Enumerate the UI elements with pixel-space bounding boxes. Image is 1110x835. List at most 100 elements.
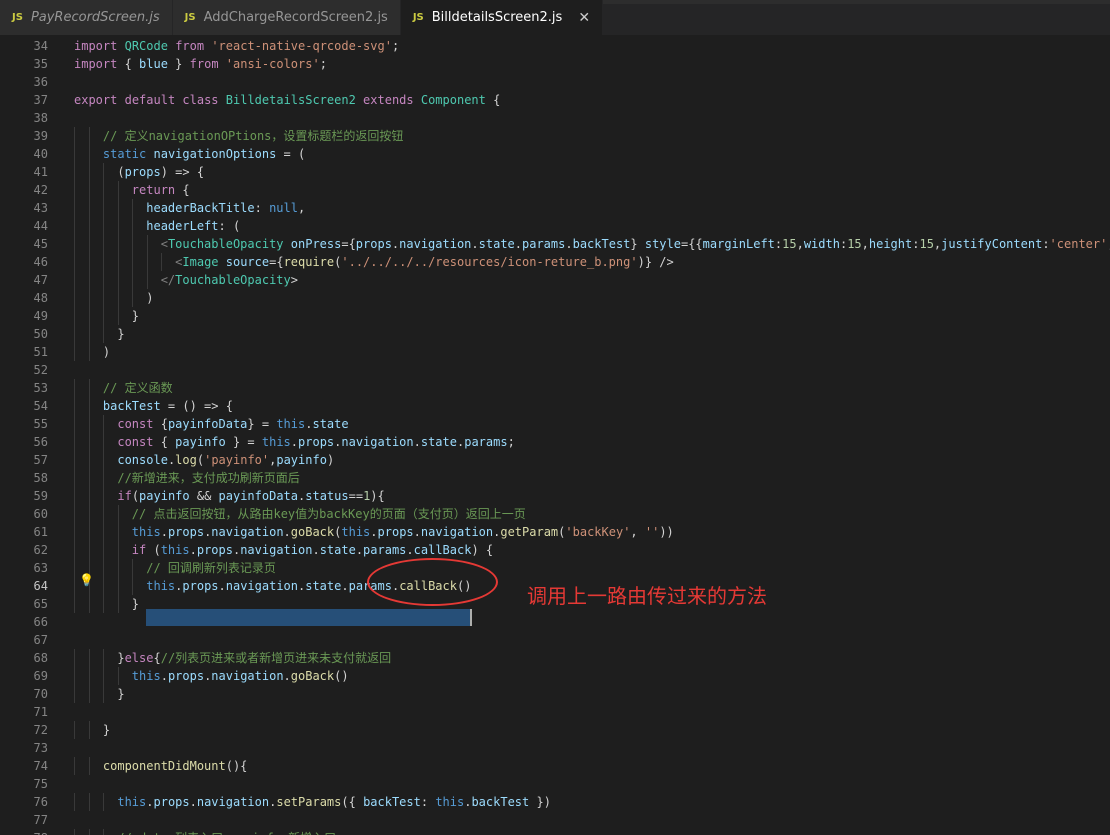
line-number: 54 (33, 399, 48, 413)
code-line[interactable]: 77 (0, 811, 1110, 829)
code-line[interactable]: 60 // 点击返回按钮，从路由key值为backKey的页面（支付页）返回上一… (0, 505, 1110, 523)
code-line[interactable]: 69 this.props.navigation.goBack() (0, 667, 1110, 685)
code-line[interactable]: 46 <Image source={require('../../../../r… (0, 253, 1110, 271)
code-text: this.props.navigation.goBack(this.props.… (131, 525, 674, 539)
code-line[interactable]: 75 (0, 775, 1110, 793)
code-line[interactable]: 48 ) (0, 289, 1110, 307)
line-number: 58 (33, 471, 48, 485)
code-text: } (74, 327, 125, 341)
close-icon[interactable]: ✕ (578, 10, 590, 26)
code-line[interactable]: 59 if(payinfo && payinfoData.status==1){ (0, 487, 1110, 505)
line-number: 68 (33, 651, 48, 665)
tab-bar: JS PayRecordScreen.js JS AddChargeRecord… (0, 0, 1110, 36)
code-line[interactable]: 36 (0, 73, 1110, 91)
tab-billdetailsscreen2[interactable]: JS BilldetailsScreen2.js ✕ (400, 0, 604, 35)
code-text: // data 列表入口 payinfo 新增入口 (74, 829, 336, 835)
annotation-circle (367, 558, 498, 606)
code-line[interactable]: 38 (0, 109, 1110, 127)
line-number: 46 (33, 255, 48, 269)
code-line[interactable]: 63 // 回调刷新列表记录页 (0, 559, 1110, 577)
code-text: const { payinfo } = this.props.navigatio… (117, 435, 515, 449)
code-text: (props) => { (74, 165, 205, 179)
code-editor[interactable]: 34 import QRCode from 'react-native-qrcod… (0, 35, 1110, 835)
line-number: 65 (33, 597, 48, 611)
tab-addchargerecordscreen2[interactable]: JS AddChargeRecordScreen2.js (172, 0, 401, 35)
code-line[interactable]: 68 }else{//列表页进来或者新增页进来未支付就返回 (0, 649, 1110, 667)
code-line[interactable]: 66 (0, 613, 1110, 631)
code-text: return { (131, 183, 190, 197)
code-line[interactable]: 55 const {payinfoData} = this.state (0, 415, 1110, 433)
code-line[interactable]: 58 //新增进来，支付成功刷新页面后 (0, 469, 1110, 487)
line-number: 42 (33, 183, 48, 197)
code-text: ) (74, 345, 111, 359)
code-text: // 定义navigationOPtions，设置标题栏的返回按钮 (102, 129, 404, 143)
code-line[interactable]: 72 } (0, 721, 1110, 739)
code-line[interactable]: 34 import QRCode from 'react-native-qrcod… (0, 37, 1110, 55)
code-line[interactable]: 76 this.props.navigation.setParams({ bac… (0, 793, 1110, 811)
code-line[interactable]: 49 } (0, 307, 1110, 325)
code-text: static navigationOptions = ( (102, 147, 306, 161)
code-line[interactable]: 70 } (0, 685, 1110, 703)
code-line[interactable]: 40 static navigationOptions = ( (0, 145, 1110, 163)
code-text: export default class BilldetailsScreen2 … (74, 93, 501, 107)
line-number: 43 (33, 201, 48, 215)
code-text: } (74, 597, 140, 611)
line-number: 38 (33, 111, 48, 125)
code-line[interactable]: 78 // data 列表入口 payinfo 新增入口 (0, 829, 1110, 835)
code-line[interactable]: 61 this.props.navigation.goBack(this.pro… (0, 523, 1110, 541)
code-line[interactable]: 47 </TouchableOpacity> (0, 271, 1110, 289)
line-number: 53 (33, 381, 48, 395)
code-line[interactable]: 67 (0, 631, 1110, 649)
line-number: 57 (33, 453, 48, 467)
code-line[interactable]: 41 (props) => { (0, 163, 1110, 181)
line-number: 60 (33, 507, 48, 521)
line-number: 50 (33, 327, 48, 341)
code-line[interactable]: 54 backTest = () => { (0, 397, 1110, 415)
code-line[interactable]: 37 export default class BilldetailsScreen… (0, 91, 1110, 109)
code-line[interactable]: 73 (0, 739, 1110, 757)
text-cursor (470, 609, 472, 626)
line-number: 77 (33, 813, 48, 827)
code-line[interactable]: 35 import { blue } from 'ansi-colors'; (0, 55, 1110, 73)
code-line[interactable]: 42 return { (0, 181, 1110, 199)
line-number: 52 (33, 363, 48, 377)
annotation-text: 调用上一路由传过来的方法 (527, 584, 767, 608)
line-number: 37 (33, 93, 48, 107)
line-number: 59 (33, 489, 48, 503)
code-text: headerBackTitle: null, (146, 201, 306, 215)
code-line[interactable]: 62 if (this.props.navigation.state.param… (0, 541, 1110, 559)
code-text: console.log('payinfo',payinfo) (117, 453, 335, 467)
code-text: } (74, 687, 125, 701)
code-line[interactable]: 51 ) (0, 343, 1110, 361)
code-line[interactable]: 53 // 定义函数 (0, 379, 1110, 397)
code-line[interactable]: 45 <TouchableOpacity onPress={props.navi… (0, 235, 1110, 253)
code-text: headerLeft: ( (146, 219, 241, 233)
code-text: <Image source={require('../../../../reso… (175, 255, 674, 269)
line-number: 44 (33, 219, 48, 233)
code-line[interactable]: 43 headerBackTitle: null, (0, 199, 1110, 217)
code-text: // 点击返回按钮，从路由key值为backKey的页面（支付页）返回上一页 (131, 507, 526, 521)
line-number: 39 (33, 129, 48, 143)
line-number: 75 (33, 777, 48, 791)
line-number: 47 (33, 273, 48, 287)
tab-label: PayRecordScreen.js (30, 10, 160, 25)
code-text: if(payinfo && payinfoData.status==1){ (117, 489, 385, 503)
code-line[interactable]: 74 componentDidMount(){ (0, 757, 1110, 775)
line-number: 40 (33, 147, 48, 161)
code-line[interactable]: 52 (0, 361, 1110, 379)
code-line[interactable]: 71 (0, 703, 1110, 721)
code-line[interactable]: 56 const { payinfo } = this.props.naviga… (0, 433, 1110, 451)
code-text: // 回调刷新列表记录页 (146, 561, 276, 575)
code-line[interactable]: 57 console.log('payinfo',payinfo) (0, 451, 1110, 469)
code-text: this.props.navigation.goBack() (131, 669, 349, 683)
lightbulb-icon[interactable]: 💡 (79, 573, 94, 587)
tab-payrecordscreen[interactable]: JS PayRecordScreen.js (0, 0, 173, 35)
line-number: 36 (33, 75, 48, 89)
code-line[interactable]: 44 headerLeft: ( (0, 217, 1110, 235)
line-number: 73 (33, 741, 48, 755)
code-line[interactable]: 50 } (0, 325, 1110, 343)
code-text: <TouchableOpacity onPress={props.navigat… (160, 237, 1110, 251)
code-line[interactable]: 39 // 定义navigationOPtions，设置标题栏的返回按钮 (0, 127, 1110, 145)
line-number: 49 (33, 309, 48, 323)
line-number: 71 (33, 705, 48, 719)
